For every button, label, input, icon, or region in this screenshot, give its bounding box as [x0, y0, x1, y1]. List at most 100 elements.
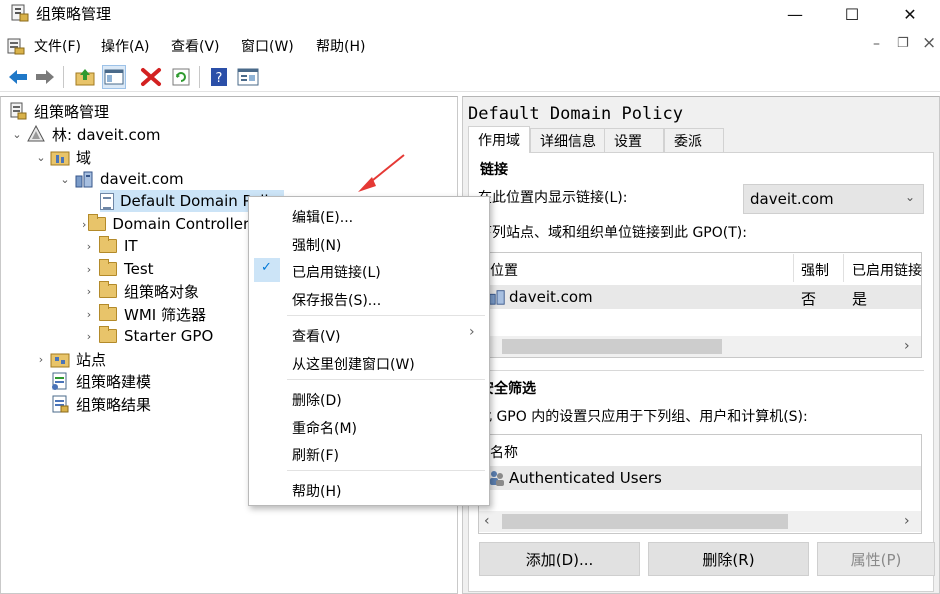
tree-root-label: 组策略管理 — [34, 102, 110, 121]
column-divider — [843, 254, 844, 282]
back-icon[interactable] — [6, 65, 30, 89]
tree-item-forest[interactable]: ⌄ 林: daveit.com — [10, 123, 161, 145]
tree-item-starter-gpo[interactable]: › Starter GPO — [82, 325, 213, 347]
minimize-button[interactable]: — — [772, 0, 818, 28]
context-menu: 编辑(E)... 强制(N) ✓ 已启用链接(L) 保存报告(S)... 查看(… — [248, 196, 490, 506]
gpmc-app-icon — [10, 3, 30, 23]
tab-scope[interactable]: 作用域 — [468, 126, 530, 153]
tree-item-label: 组策略结果 — [76, 395, 152, 414]
mdi-restore-button[interactable]: ❐ — [897, 36, 909, 51]
mdi-minimize-button[interactable]: – — [873, 36, 880, 52]
console-menu-icon[interactable] — [6, 36, 26, 56]
chevron-right-icon[interactable]: › — [34, 353, 48, 366]
column-header-name[interactable]: 名称 — [490, 442, 518, 462]
tree-item-gpo-objects[interactable]: › 组策略对象 — [82, 280, 199, 302]
column-header-enforced[interactable]: 强制 — [801, 260, 829, 280]
tree-item-domain-controllers[interactable]: › Domain Controllers — [82, 213, 248, 235]
results-icon — [50, 395, 70, 413]
tab-delegation[interactable]: 委派 — [664, 128, 724, 152]
add-button[interactable]: 添加(D)... — [479, 542, 640, 576]
menu-item-link-enabled[interactable]: 已启用链接(L) — [292, 262, 381, 282]
tree-item-gp-modeling[interactable]: 组策略建模 — [48, 370, 151, 392]
chevron-down-icon[interactable]: ⌄ — [34, 151, 48, 164]
ou-folder-icon — [98, 259, 118, 278]
scrollbar-thumb[interactable] — [502, 514, 788, 529]
menu-item-view[interactable]: 查看(V) — [292, 326, 341, 346]
show-hide-tree-icon[interactable] — [102, 65, 126, 89]
tree-item-domains[interactable]: ⌄ 域 — [34, 146, 91, 168]
close-button[interactable]: ✕ — [887, 0, 933, 28]
row-enabled: 是 — [852, 290, 868, 308]
tree-item-label: 林: daveit.com — [52, 125, 161, 144]
mdi-close-button[interactable]: × — [922, 33, 936, 53]
chevron-right-icon[interactable]: › — [82, 263, 96, 276]
chevron-right-icon[interactable]: › — [82, 218, 86, 231]
tree-item-gp-results[interactable]: 组策略结果 — [48, 393, 151, 415]
scroll-right-icon[interactable]: › — [904, 338, 910, 354]
menu-item-delete[interactable]: 删除(D) — [292, 390, 342, 410]
users-group-icon — [488, 469, 506, 491]
maximize-button[interactable]: ☐ — [829, 0, 875, 28]
tree-item-domain[interactable]: ⌄ daveit.com — [58, 168, 183, 190]
menu-item-enforce[interactable]: 强制(N) — [292, 235, 341, 255]
menu-window[interactable]: 窗口(W) — [241, 36, 294, 56]
menu-item-edit[interactable]: 编辑(E)... — [292, 207, 353, 227]
tree-item-wmi-filters[interactable]: › WMI 筛选器 — [82, 303, 206, 325]
chevron-right-icon[interactable]: › — [82, 308, 96, 321]
menu-item-rename[interactable]: 重命名(M) — [292, 418, 357, 438]
properties-icon[interactable] — [236, 65, 260, 89]
display-links-dropdown[interactable]: daveit.com ⌄ — [743, 184, 924, 214]
menu-item-new-window[interactable]: 从这里创建窗口(W) — [292, 354, 415, 374]
chevron-right-icon[interactable]: › — [82, 330, 96, 343]
tree-item-label: 域 — [76, 148, 92, 167]
forest-icon — [26, 125, 46, 143]
domain-icon — [74, 170, 94, 188]
chevron-down-icon[interactable]: ⌄ — [10, 128, 24, 141]
tree-root-gpmc[interactable]: 组策略管理 — [8, 100, 109, 122]
ou-folder-icon — [98, 236, 118, 255]
annotation-arrow-icon — [358, 154, 405, 192]
window-title: 组策略管理 — [36, 5, 112, 23]
tree-item-label: 组策略建模 — [76, 372, 152, 391]
linked-locations-label: 下列站点、域和组织单位链接到此 GPO(T): — [478, 225, 747, 241]
column-header-location[interactable]: 位置 — [490, 260, 518, 280]
menu-action[interactable]: 操作(A) — [101, 36, 150, 56]
toolbar-separator — [63, 66, 64, 88]
chevron-right-icon[interactable]: › — [82, 285, 96, 298]
forward-icon[interactable] — [33, 65, 57, 89]
links-heading: 链接 — [480, 162, 508, 178]
row-enforced: 否 — [801, 290, 817, 308]
scroll-left-icon[interactable]: ‹ — [484, 513, 490, 529]
menu-separator — [287, 315, 485, 316]
menu-item-help[interactable]: 帮助(H) — [292, 481, 341, 501]
tree-item-label: 组策略对象 — [124, 282, 200, 301]
scroll-right-icon[interactable]: › — [904, 513, 910, 529]
domains-folder-icon — [50, 148, 70, 166]
remove-button[interactable]: 删除(R) — [648, 542, 809, 576]
up-folder-icon[interactable] — [73, 65, 97, 89]
tree-item-label: Test — [124, 260, 154, 278]
tab-settings[interactable]: 设置 — [604, 128, 664, 152]
security-filtering-label: 此 GPO 内的设置只应用于下列组、用户和计算机(S): — [478, 409, 808, 425]
tree-item-test[interactable]: › Test — [82, 258, 154, 280]
tree-item-sites[interactable]: › 站点 — [34, 348, 106, 370]
row-name: Authenticated Users — [509, 469, 662, 487]
delete-icon[interactable] — [139, 65, 163, 89]
dropdown-value: daveit.com — [750, 190, 834, 208]
refresh-icon[interactable] — [169, 65, 193, 89]
menu-view[interactable]: 查看(V) — [171, 36, 220, 56]
gpo-folder-icon — [98, 281, 118, 300]
tree-item-it[interactable]: › IT — [82, 235, 138, 257]
properties-button[interactable]: 属性(P) — [817, 542, 935, 576]
chevron-right-icon[interactable]: › — [82, 240, 96, 253]
column-divider — [793, 254, 794, 282]
help-icon[interactable]: ? — [207, 65, 231, 89]
tab-details[interactable]: 详细信息 — [530, 128, 606, 152]
menu-help[interactable]: 帮助(H) — [316, 36, 365, 56]
scrollbar-thumb[interactable] — [502, 339, 722, 354]
menu-item-refresh[interactable]: 刷新(F) — [292, 445, 339, 465]
menu-item-save-report[interactable]: 保存报告(S)... — [292, 290, 381, 310]
column-header-link-enabled[interactable]: 已启用链接 — [852, 260, 922, 280]
chevron-down-icon[interactable]: ⌄ — [58, 173, 72, 186]
menu-file[interactable]: 文件(F) — [34, 36, 81, 56]
